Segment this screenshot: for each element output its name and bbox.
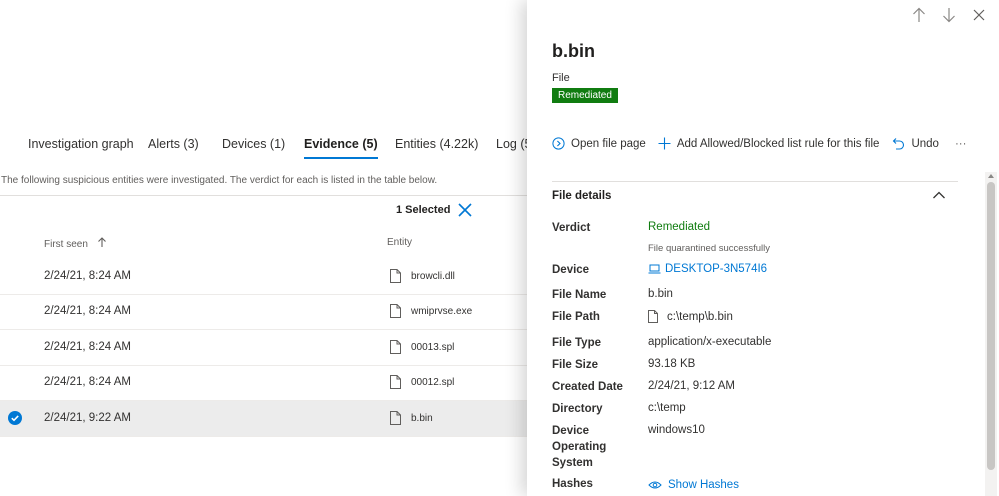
entity-name: b.bin <box>411 412 433 424</box>
undo-icon <box>893 138 905 150</box>
value-device-os: windows10 <box>648 424 705 436</box>
sort-ascending-icon <box>97 237 106 247</box>
file-icon <box>390 411 401 425</box>
column-header-label: First seen <box>44 239 88 250</box>
open-icon <box>552 137 565 150</box>
row-date: 2/24/21, 8:24 AM <box>44 270 131 282</box>
label-device-os: Device Operating System <box>552 423 606 471</box>
value-created-date: 2/24/21, 9:12 AM <box>648 380 735 392</box>
undo-button[interactable]: Undo <box>892 137 939 150</box>
laptop-icon <box>648 264 661 274</box>
scrollbar[interactable] <box>985 172 997 496</box>
section-header[interactable]: File details <box>552 190 611 202</box>
add-rule-button[interactable]: Add Allowed/Blocked list rule for this f… <box>658 137 880 150</box>
status-badge: Remediated <box>552 88 618 103</box>
arrow-up-icon[interactable] <box>911 7 927 23</box>
checkmark-icon <box>11 415 19 422</box>
label-file-name: File Name <box>552 289 607 301</box>
entity-name: 00013.spl <box>411 341 455 353</box>
table-row[interactable]: 2/24/21, 8:24 AM browcli.dll <box>0 259 560 295</box>
chevron-up-icon[interactable] <box>932 190 946 200</box>
row-checkbox[interactable] <box>8 411 22 425</box>
table-row[interactable]: 2/24/21, 8:24 AM wmiprvse.exe <box>0 294 560 330</box>
open-file-page-button[interactable]: Open file page <box>552 137 646 150</box>
entity-name: 00012.spl <box>411 376 455 388</box>
tab-alerts[interactable]: Alerts (3) <box>148 137 199 151</box>
verdict-note: File quarantined successfully <box>648 243 770 254</box>
selected-count: 1 Selected <box>396 204 451 216</box>
device-name: DESKTOP-3N574I6 <box>665 263 768 275</box>
value-directory: c:\temp <box>648 402 686 414</box>
panel-title: b.bin <box>552 41 595 61</box>
value-verdict: Remediated <box>648 221 711 233</box>
entity-name: browcli.dll <box>411 270 455 282</box>
label-file-type: File Type <box>552 337 601 349</box>
value-file-size: 93.18 KB <box>648 358 696 370</box>
device-link[interactable]: DESKTOP-3N574I6 <box>648 263 767 275</box>
file-icon <box>648 310 658 323</box>
main-area: Investigation graph Alerts (3) Devices (… <box>0 0 560 496</box>
tab-entities[interactable]: Entities (4.22k) <box>395 137 478 151</box>
table-row[interactable]: 2/24/21, 8:24 AM 00012.spl <box>0 365 560 401</box>
more-icon[interactable]: ··· <box>955 138 967 150</box>
open-file-page-label: Open file page <box>571 137 646 150</box>
row-date: 2/24/21, 8:24 AM <box>44 305 131 317</box>
action-bar: Open file page Add Allowed/Blocked list … <box>552 137 966 150</box>
file-icon <box>390 340 401 354</box>
tab-evidence[interactable]: Evidence (5) <box>304 137 378 159</box>
show-hashes-label: Show Hashes <box>668 479 739 491</box>
label-line: System <box>552 457 593 469</box>
label-hashes: Hashes <box>552 478 593 490</box>
tab-devices[interactable]: Devices (1) <box>222 137 285 151</box>
label-file-size: File Size <box>552 359 599 371</box>
row-entity: b.bin <box>390 411 433 425</box>
panel-nav <box>911 7 987 23</box>
arrow-down-icon[interactable] <box>941 7 957 23</box>
details-panel: b.bin File Remediated Open file page Add… <box>527 0 999 496</box>
scrollbar-thumb[interactable] <box>987 182 995 470</box>
eye-icon <box>648 481 662 489</box>
row-entity: 00012.spl <box>390 375 454 389</box>
value-file-path: c:\temp\b.bin <box>648 310 733 323</box>
column-header-first-seen[interactable]: First seen <box>44 237 107 250</box>
table-row[interactable]: 2/24/21, 8:24 AM 00013.spl <box>0 330 560 366</box>
file-icon <box>390 375 401 389</box>
add-icon <box>658 137 671 150</box>
entity-name: wmiprvse.exe <box>411 305 473 317</box>
file-icon <box>390 269 401 283</box>
label-device: Device <box>552 264 590 276</box>
close-icon[interactable] <box>971 7 987 23</box>
divider <box>552 181 958 182</box>
table-row-selected[interactable]: 2/24/21, 9:22 AM b.bin <box>0 401 560 437</box>
show-hashes-link[interactable]: Show Hashes <box>648 479 739 491</box>
add-rule-label: Add Allowed/Blocked list rule for this f… <box>676 137 880 150</box>
label-verdict: Verdict <box>552 222 591 234</box>
label-directory: Directory <box>552 403 603 415</box>
close-icon[interactable] <box>458 203 472 217</box>
row-date: 2/24/21, 9:22 AM <box>44 412 131 424</box>
entity-type: File <box>552 72 570 84</box>
row-date: 2/24/21, 8:24 AM <box>44 341 131 353</box>
file-icon <box>390 304 401 318</box>
file-path-text: c:\temp\b.bin <box>667 310 733 323</box>
row-date: 2/24/21, 8:24 AM <box>44 376 131 388</box>
selection-indicator: 1 Selected <box>396 203 472 217</box>
value-file-type: application/x-executable <box>648 336 772 348</box>
row-entity: browcli.dll <box>390 269 455 283</box>
scroll-up-arrow[interactable] <box>988 174 994 178</box>
undo-label: Undo <box>911 137 939 150</box>
row-entity: wmiprvse.exe <box>390 304 472 318</box>
evidence-description: The following suspicious entities were i… <box>1 175 438 186</box>
label-created-date: Created Date <box>552 381 623 393</box>
label-line: Operating <box>552 441 607 453</box>
row-entity: 00013.spl <box>390 340 454 354</box>
divider <box>0 195 560 196</box>
tab-investigation-graph[interactable]: Investigation graph <box>28 137 134 151</box>
label-line: Device <box>552 425 590 437</box>
column-header-entity[interactable]: Entity <box>387 237 412 248</box>
value-file-name: b.bin <box>648 288 673 300</box>
label-file-path: File Path <box>552 311 600 323</box>
